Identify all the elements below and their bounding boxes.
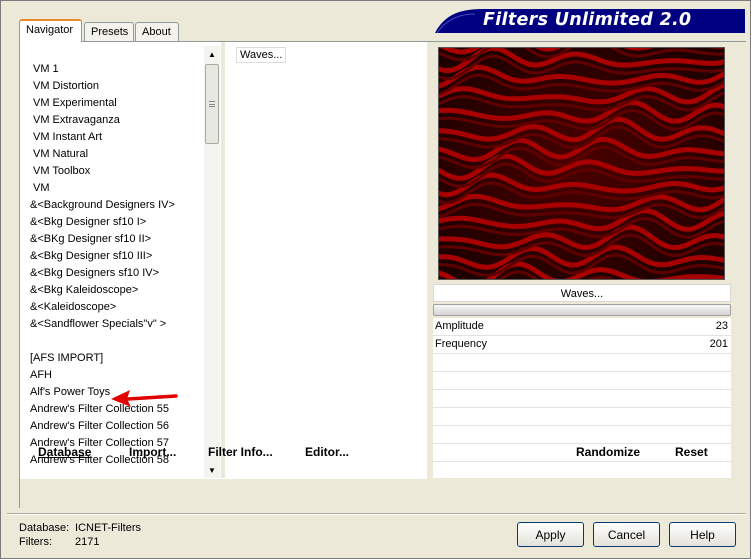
filters-label: Filters: xyxy=(19,536,52,548)
filter-info-button[interactable]: Filter Info... xyxy=(208,445,273,459)
cancel-button[interactable]: Cancel xyxy=(593,522,660,547)
param-row-frequency[interactable]: Frequency 201 xyxy=(433,336,731,354)
database-value: ICNET-Filters xyxy=(75,522,141,534)
param-row-empty xyxy=(433,390,731,408)
reset-button[interactable]: Reset xyxy=(675,445,708,459)
category-item[interactable]: VM Experimental xyxy=(33,95,117,112)
param-name: Amplitude xyxy=(435,320,484,332)
app-title: Filters Unlimited 2.0 xyxy=(483,10,692,30)
editor-button[interactable]: Editor... xyxy=(305,445,349,459)
category-item[interactable]: Alf's Power Toys xyxy=(30,384,110,401)
filters-count: 2171 xyxy=(75,536,100,548)
tab-about[interactable]: About xyxy=(135,22,179,41)
navigator-panel: VM 1 VM Distortion VM Experimental VM Extra… xyxy=(19,41,747,509)
category-item[interactable]: &<Background Designers IV> xyxy=(30,197,175,214)
category-item[interactable]: VM Distortion xyxy=(33,78,99,95)
tab-navigator[interactable]: Navigator xyxy=(19,19,82,42)
category-item[interactable]: &<Sandflower Specials"v" > xyxy=(30,316,166,333)
filter-item-waves[interactable]: Waves... xyxy=(236,47,287,63)
scroll-down-icon[interactable]: ▼ xyxy=(204,462,220,478)
filter-list[interactable]: Waves... xyxy=(225,42,427,478)
param-value: 23 xyxy=(715,320,728,332)
category-item[interactable]: &<Kaleidoscope> xyxy=(30,299,116,316)
preview-filter-name: Waves... xyxy=(433,284,731,302)
red-arrow-icon xyxy=(111,390,178,407)
param-row-empty xyxy=(433,372,731,390)
progress-bar xyxy=(433,304,731,316)
waves-preview-icon xyxy=(439,48,724,279)
param-name: Frequency xyxy=(435,338,487,350)
category-item[interactable]: Andrew's Filter Collection 56 xyxy=(30,418,169,435)
randomize-button[interactable]: Randomize xyxy=(576,445,640,459)
dialog-divider xyxy=(7,513,746,515)
import-button[interactable]: Import... xyxy=(129,445,176,459)
category-item[interactable]: VM Extravaganza xyxy=(33,112,120,129)
filters-info: Filters: 2171 xyxy=(19,536,99,548)
category-item[interactable]: VM Natural xyxy=(33,146,88,163)
category-item[interactable]: VM Instant Art xyxy=(33,129,102,146)
database-info: Database: ICNET-Filters xyxy=(19,522,141,534)
category-item[interactable]: &<Bkg Designers sf10 IV> xyxy=(30,265,159,282)
param-value: 201 xyxy=(709,338,728,350)
help-button[interactable]: Help xyxy=(669,522,736,547)
category-item[interactable]: &<Bkg Kaleidoscope> xyxy=(30,282,138,299)
title-banner: Filters Unlimited 2.0 xyxy=(435,9,745,33)
category-item[interactable]: AFH xyxy=(30,367,52,384)
category-item[interactable]: &<Bkg Designer sf10 III> xyxy=(30,248,152,265)
preview-image xyxy=(438,47,725,280)
scroll-up-icon[interactable]: ▲ xyxy=(204,46,220,62)
param-row-empty xyxy=(433,462,731,480)
category-item[interactable]: VM xyxy=(33,180,50,197)
database-button[interactable]: Database xyxy=(38,445,91,459)
scroll-thumb[interactable] xyxy=(205,64,219,144)
preview-column: Waves... Amplitude 23 Frequency 201 xyxy=(433,42,746,509)
category-item[interactable]: &<Bkg Designer sf10 I> xyxy=(30,214,146,231)
category-scrollbar[interactable]: ▲ ▼ xyxy=(204,46,220,478)
param-row-empty xyxy=(433,426,731,444)
category-list[interactable]: VM 1 VM Distortion VM Experimental VM Extra… xyxy=(20,46,203,478)
database-label: Database: xyxy=(19,522,70,534)
param-row-empty xyxy=(433,354,731,372)
filters-unlimited-window: Navigator Presets About Filters Unlimite… xyxy=(0,0,751,559)
param-row-amplitude[interactable]: Amplitude 23 xyxy=(433,318,731,336)
category-item[interactable]: &<BKg Designer sf10 II> xyxy=(30,231,151,248)
panel-button-bar xyxy=(20,479,747,508)
category-item[interactable]: VM 1 xyxy=(33,61,59,78)
category-item[interactable]: VM Toolbox xyxy=(33,163,90,180)
category-item[interactable]: [AFS IMPORT] xyxy=(30,350,103,367)
tab-presets[interactable]: Presets xyxy=(84,22,134,41)
apply-button[interactable]: Apply xyxy=(517,522,584,547)
param-row-empty xyxy=(433,408,731,426)
